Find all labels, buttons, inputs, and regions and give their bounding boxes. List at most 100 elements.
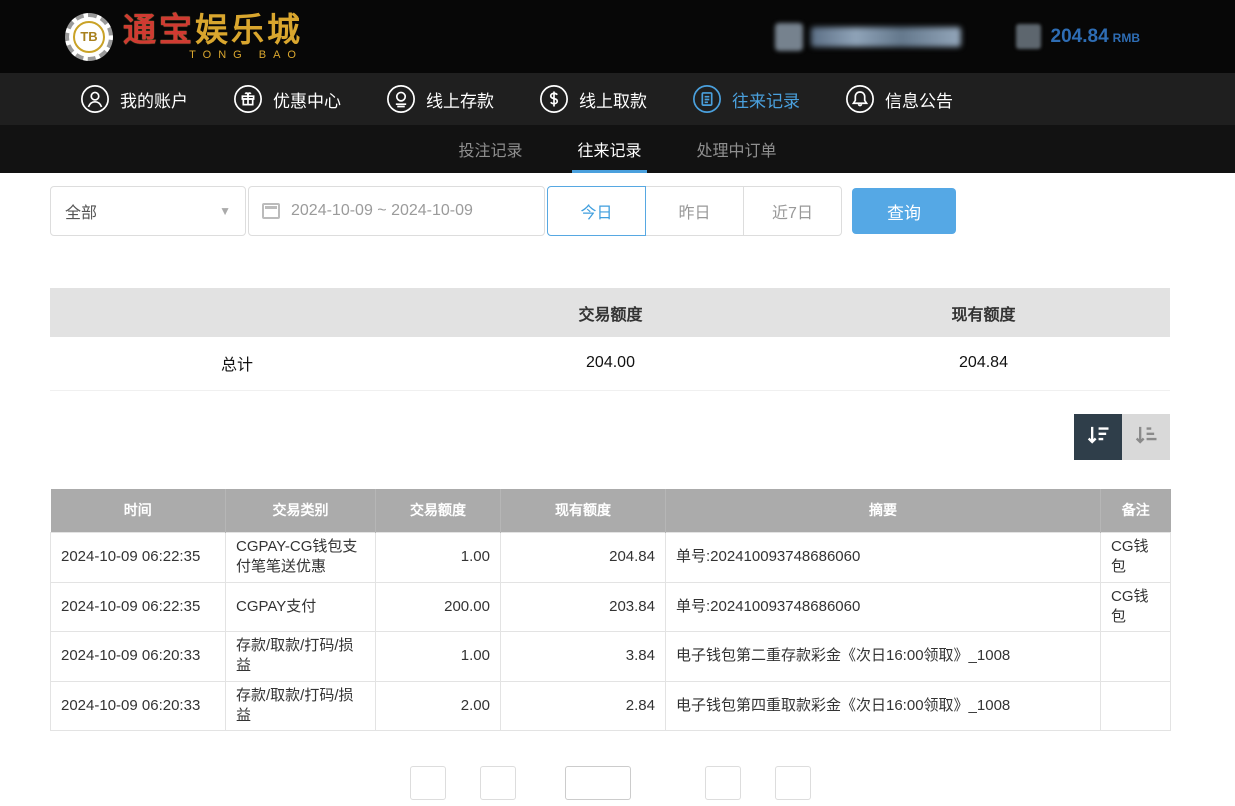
cell-summary: 单号:202410093748686060 <box>666 533 1101 583</box>
pagination-next-button[interactable] <box>705 766 741 800</box>
sort-descending-icon <box>1084 421 1112 452</box>
logo-chip-icon: TB <box>65 13 113 61</box>
summary-header-empty <box>50 288 424 337</box>
bell-icon <box>845 84 875 114</box>
records-subnav: 投注记录 往来记录 处理中订单 <box>0 125 1235 173</box>
masked-username <box>775 23 961 51</box>
pagination-page-input[interactable] <box>565 766 631 800</box>
tab-transaction-records[interactable]: 往来记录 <box>572 125 646 173</box>
sort-ascending-icon <box>1132 421 1160 452</box>
cell-note: CG钱包 <box>1101 582 1171 632</box>
logo-title-gold: 娱乐城 <box>195 11 303 48</box>
sort-ascending-button[interactable] <box>1122 414 1170 460</box>
logo-subtitle: TONG BAO <box>123 49 303 61</box>
table-row: 2024-10-09 06:22:35 CGPAY-CG钱包支付笔笔送优惠 1.… <box>51 533 1171 583</box>
filter-row: 全部 ▼ 2024-10-09 ~ 2024-10-09 今日 昨日 近7日 查… <box>50 186 1170 236</box>
search-button[interactable]: 查询 <box>852 188 956 234</box>
chevron-down-icon: ▼ <box>219 204 231 218</box>
balance-amount: 204.84 <box>1051 26 1109 47</box>
logo-title-red: 通宝 <box>123 11 195 48</box>
cell-note: CG钱包 <box>1101 533 1171 583</box>
nav-item-announcements[interactable]: 信息公告 <box>845 84 953 114</box>
cell-balance: 204.84 <box>501 533 666 583</box>
col-note: 备注 <box>1101 489 1171 533</box>
cell-amount: 1.00 <box>376 533 501 583</box>
cell-summary: 电子钱包第四重取款彩金《次日16:00领取》_1008 <box>666 681 1101 731</box>
summary-total-row: 总计 204.00 204.84 <box>50 337 1170 390</box>
date-range-value: 2024-10-09 ~ 2024-10-09 <box>291 202 473 220</box>
col-type: 交易类别 <box>226 489 376 533</box>
type-select-value: 全部 <box>65 199 97 223</box>
records-icon <box>692 84 722 114</box>
tab-label: 往来记录 <box>577 137 641 161</box>
table-row: 2024-10-09 06:22:35 CGPAY支付 200.00 203.8… <box>51 582 1171 632</box>
nav-item-transaction-records[interactable]: 往来记录 <box>692 84 800 114</box>
nav-item-my-account[interactable]: 我的账户 <box>80 84 188 114</box>
pagination <box>50 766 1170 806</box>
cell-summary: 电子钱包第二重存款彩金《次日16:00领取》_1008 <box>666 632 1101 682</box>
table-header-row: 时间 交易类别 交易额度 现有额度 摘要 备注 <box>51 489 1171 533</box>
cell-amount: 200.00 <box>376 582 501 632</box>
cell-type: CGPAY-CG钱包支付笔笔送优惠 <box>226 533 376 583</box>
nav-label: 信息公告 <box>885 87 953 112</box>
deposit-coin-icon <box>386 84 416 114</box>
cell-amount: 2.00 <box>376 681 501 731</box>
table-row: 2024-10-09 06:20:33 存款/取款/打码/损益 1.00 3.8… <box>51 632 1171 682</box>
cell-type: 存款/取款/打码/损益 <box>226 632 376 682</box>
cell-balance: 203.84 <box>501 582 666 632</box>
pagination-prev-button[interactable] <box>480 766 516 800</box>
quick-last7days-button[interactable]: 近7日 <box>743 186 842 236</box>
nav-label: 优惠中心 <box>273 87 341 112</box>
balance-text: 204.84 RMB <box>1051 26 1140 48</box>
cell-balance: 3.84 <box>501 632 666 682</box>
date-range-picker[interactable]: 2024-10-09 ~ 2024-10-09 <box>248 186 545 236</box>
main-content: 全部 ▼ 2024-10-09 ~ 2024-10-09 今日 昨日 近7日 查… <box>50 186 1170 806</box>
summary-header-trade: 交易额度 <box>424 288 797 337</box>
table-row: 2024-10-09 06:20:33 存款/取款/打码/损益 2.00 2.8… <box>51 681 1171 731</box>
transactions-table: 时间 交易类别 交易额度 现有额度 摘要 备注 2024-10-09 06:22… <box>50 489 1171 732</box>
cell-note <box>1101 632 1171 682</box>
site-logo[interactable]: TB 通宝娱乐城 TONG BAO <box>65 13 303 61</box>
cell-time: 2024-10-09 06:22:35 <box>51 582 226 632</box>
sort-descending-button[interactable] <box>1074 414 1122 460</box>
nav-label: 线上取款 <box>579 87 647 112</box>
quick-today-button[interactable]: 今日 <box>547 186 646 236</box>
tab-label: 处理中订单 <box>697 137 777 161</box>
summary-table: 交易额度 现有额度 总计 204.00 204.84 <box>50 288 1170 391</box>
pagination-first-button[interactable] <box>410 766 446 800</box>
quick-yesterday-button[interactable]: 昨日 <box>645 186 744 236</box>
type-select[interactable]: 全部 ▼ <box>50 186 246 236</box>
cell-summary: 单号:202410093748686060 <box>666 582 1101 632</box>
user-avatar-icon <box>775 23 803 51</box>
withdraw-dollar-icon <box>539 84 569 114</box>
tab-processing-orders[interactable]: 处理中订单 <box>692 125 782 173</box>
col-amount: 交易额度 <box>376 489 501 533</box>
col-summary: 摘要 <box>666 489 1101 533</box>
logo-chip-text: TB <box>80 29 97 44</box>
summary-total-label: 总计 <box>50 337 424 390</box>
nav-item-withdraw[interactable]: 线上取款 <box>539 84 647 114</box>
cell-time: 2024-10-09 06:22:35 <box>51 533 226 583</box>
sort-controls <box>50 414 1170 460</box>
logo-text: 通宝娱乐城 TONG BAO <box>123 13 303 61</box>
cell-type: 存款/取款/打码/损益 <box>226 681 376 731</box>
cell-note <box>1101 681 1171 731</box>
balance-display: 204.84 RMB <box>1016 24 1140 49</box>
nav-item-promotions[interactable]: 优惠中心 <box>233 84 341 114</box>
calendar-icon <box>262 203 280 219</box>
summary-trade-value: 204.00 <box>424 337 797 390</box>
main-nav: 我的账户 优惠中心 线上存款 线上取款 <box>0 73 1235 125</box>
masked-username-text <box>811 27 961 47</box>
nav-label: 往来记录 <box>732 87 800 112</box>
tab-label: 投注记录 <box>458 137 522 161</box>
cell-type: CGPAY支付 <box>226 582 376 632</box>
nav-item-deposit[interactable]: 线上存款 <box>386 84 494 114</box>
tab-betting-records[interactable]: 投注记录 <box>453 125 527 173</box>
cell-time: 2024-10-09 06:20:33 <box>51 632 226 682</box>
gift-icon <box>233 84 263 114</box>
wallet-icon <box>1016 24 1041 49</box>
user-icon <box>80 84 110 114</box>
balance-currency: RMB <box>1113 31 1140 45</box>
cell-balance: 2.84 <box>501 681 666 731</box>
pagination-last-button[interactable] <box>775 766 811 800</box>
